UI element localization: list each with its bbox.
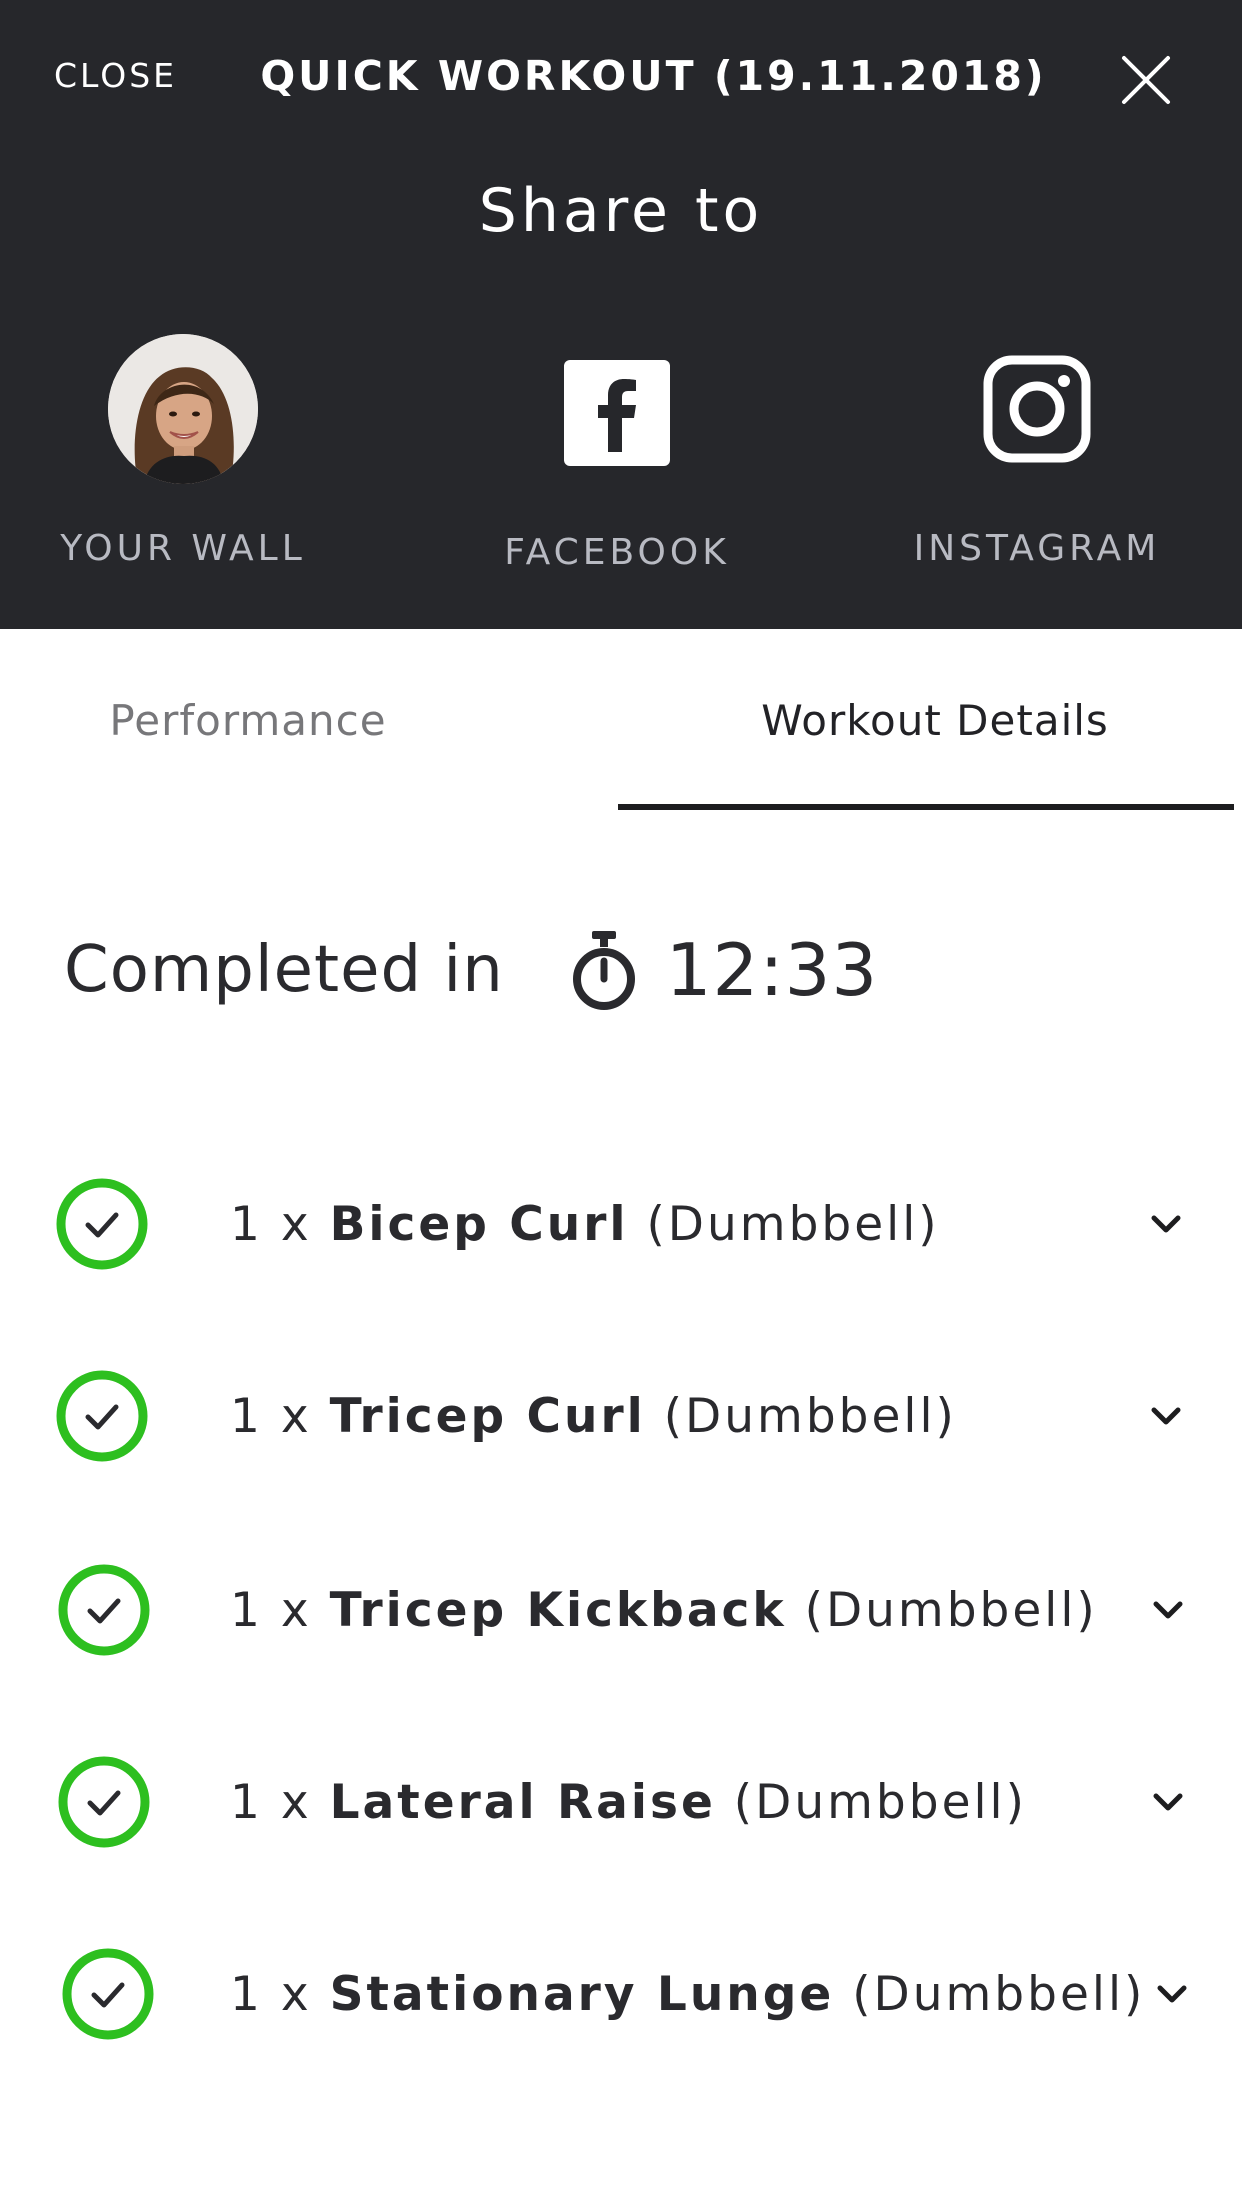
exercise-name: Bicep Curl	[329, 1196, 629, 1252]
exercise-row[interactable]: 1 x Stationary Lunge (Dumbbell)	[62, 1946, 1192, 2042]
exercise-name: Lateral Raise	[329, 1774, 716, 1830]
active-tab-indicator	[618, 804, 1234, 810]
close-icon[interactable]	[1116, 50, 1176, 110]
exercise-row[interactable]: 1 x Tricep Curl (Dumbbell)	[56, 1368, 1186, 1464]
stopwatch-icon	[572, 931, 635, 1010]
exercise-count: 1 x	[230, 1966, 330, 2022]
chevron-down-icon[interactable]	[1148, 1782, 1188, 1822]
check-circle-icon	[62, 1948, 154, 2040]
check-circle-icon	[58, 1756, 150, 1848]
exercise-label: 1 x Bicep Curl (Dumbbell)	[230, 1197, 1146, 1252]
exercise-count: 1 x	[230, 1582, 330, 1638]
exercise-equipment: (Dumbbell)	[715, 1774, 1027, 1830]
exercise-row[interactable]: 1 x Lateral Raise (Dumbbell)	[58, 1754, 1188, 1850]
exercise-name: Tricep Curl	[329, 1388, 646, 1444]
share-header: CLOSE QUICK WORKOUT (19.11.2018) Share t…	[0, 0, 1242, 629]
check-circle-icon	[56, 1178, 148, 1270]
exercise-count: 1 x	[230, 1388, 330, 1444]
tab-performance[interactable]: Performance	[0, 629, 496, 811]
exercise-name: Stationary Lunge	[329, 1966, 835, 2022]
close-link[interactable]: CLOSE	[54, 56, 177, 95]
exercise-label: 1 x Stationary Lunge (Dumbbell)	[230, 1967, 1152, 2022]
chevron-down-icon[interactable]	[1146, 1396, 1186, 1436]
chevron-down-icon[interactable]	[1152, 1974, 1192, 2014]
share-your-wall-label: YOUR WALL	[60, 528, 306, 569]
exercise-count: 1 x	[230, 1196, 330, 1252]
exercise-label: 1 x Lateral Raise (Dumbbell)	[230, 1775, 1148, 1830]
exercise-equipment: (Dumbbell)	[786, 1582, 1098, 1638]
chevron-down-icon[interactable]	[1146, 1204, 1186, 1244]
share-your-wall-button[interactable]: YOUR WALL	[0, 330, 373, 569]
avatar	[108, 334, 258, 484]
share-heading: Share to	[478, 176, 764, 246]
check-circle-icon	[56, 1370, 148, 1462]
exercise-equipment: (Dumbbell)	[628, 1196, 940, 1252]
exercise-equipment: (Dumbbell)	[645, 1388, 957, 1444]
completion-time: 12:33	[665, 928, 879, 1012]
share-facebook-label: FACEBOOK	[504, 532, 730, 573]
exercise-name: Tricep Kickback	[329, 1582, 787, 1638]
completion-summary: Completed in 12:33	[64, 925, 878, 1015]
share-facebook-button[interactable]: FACEBOOK	[427, 334, 807, 573]
tab-workout-details[interactable]: Workout Details	[620, 629, 1242, 811]
completed-label: Completed in	[64, 933, 504, 1007]
instagram-icon	[983, 355, 1091, 463]
chevron-down-icon[interactable]	[1148, 1590, 1188, 1630]
exercise-row[interactable]: 1 x Bicep Curl (Dumbbell)	[56, 1176, 1186, 1272]
exercise-equipment: (Dumbbell)	[834, 1966, 1146, 2022]
exercise-row[interactable]: 1 x Tricep Kickback (Dumbbell)	[58, 1562, 1188, 1658]
share-instagram-label: INSTAGRAM	[913, 528, 1161, 569]
facebook-icon	[564, 360, 670, 466]
tab-bar: Performance Workout Details	[0, 629, 1242, 811]
check-circle-icon	[58, 1564, 150, 1656]
share-instagram-button[interactable]: INSTAGRAM	[847, 330, 1227, 569]
exercise-label: 1 x Tricep Kickback (Dumbbell)	[230, 1583, 1148, 1638]
exercise-label: 1 x Tricep Curl (Dumbbell)	[230, 1389, 1146, 1444]
workout-title: QUICK WORKOUT (19.11.2018)	[260, 52, 1047, 100]
exercise-count: 1 x	[230, 1774, 330, 1830]
